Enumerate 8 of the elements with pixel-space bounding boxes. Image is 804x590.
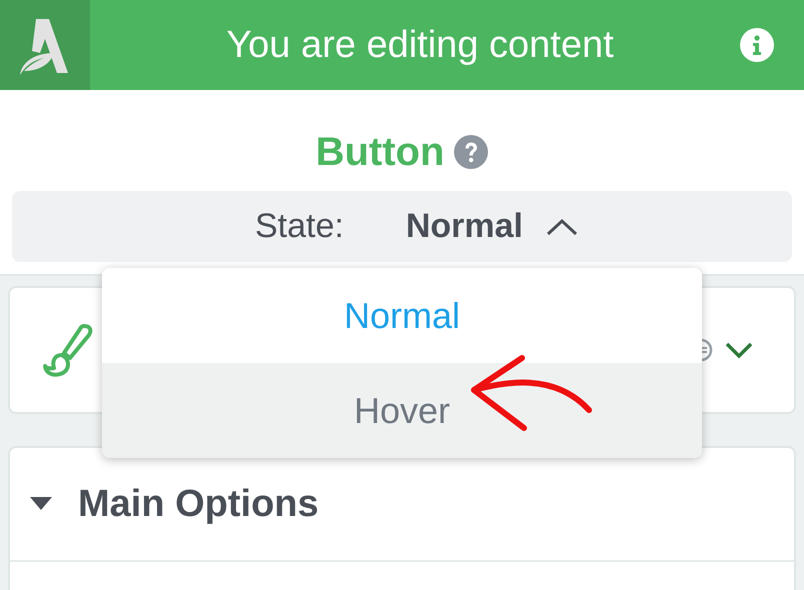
help-icon[interactable] [454, 135, 488, 169]
caret-icon [544, 216, 579, 236]
header-title: You are editing content [225, 24, 615, 66]
info-icon[interactable] [740, 28, 774, 62]
element-title: Button [316, 130, 444, 174]
dropdown-option[interactable]: Hover [102, 363, 702, 458]
chevron-down-icon[interactable] [724, 341, 754, 359]
state-selector[interactable]: State: Normal [12, 191, 792, 262]
